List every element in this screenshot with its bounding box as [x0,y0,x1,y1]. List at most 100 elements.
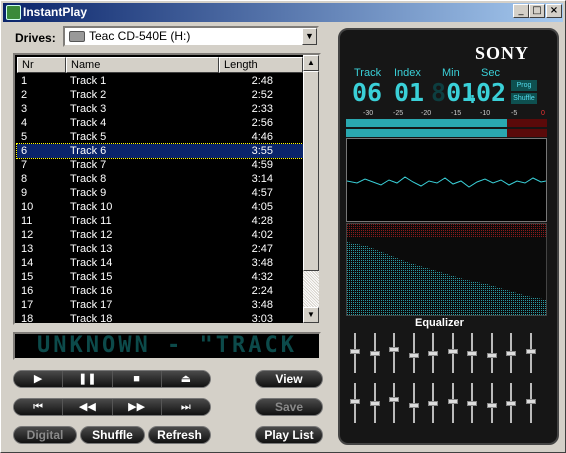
scroll-thumb[interactable] [303,71,319,271]
view-button[interactable]: View [255,370,323,388]
play-button[interactable]: ▶ [14,371,64,387]
track-number-cell: 10 [21,201,34,213]
track-list-scrollbar[interactable]: ▲ ▼ [303,55,319,323]
eq-slider-knob[interactable] [447,349,458,355]
eq-band-slider[interactable] [428,383,438,425]
track-row[interactable]: 13 Track 13 2:47 [17,242,303,256]
track-row[interactable]: 17 Track 17 3:48 [17,298,303,312]
eq-band-slider[interactable] [389,383,399,425]
track-row[interactable]: 5 Track 5 4:46 [17,130,303,144]
eq-band-slider[interactable] [369,333,380,375]
track-row[interactable]: 6 Track 6 3:55 [16,143,304,159]
eq-slider-knob[interactable] [408,352,419,358]
eq-slider-knob[interactable] [389,397,399,403]
track-row[interactable]: 14 Track 14 3:48 [17,256,303,270]
track-number-cell: 11 [21,215,33,227]
eq-slider-knob[interactable] [486,352,497,358]
previous-track-button[interactable]: ⏮ [14,399,64,415]
track-rows: 1 Track 1 2:48 2 Track 2 2:52 3 Track 3 2:33 4 Tra… [16,74,304,323]
column-header-nr[interactable]: Nr [17,57,66,73]
refresh-button[interactable]: Refresh [148,426,211,444]
eq-band-slider[interactable] [467,383,477,425]
track-row[interactable]: 15 Track 15 4:32 [17,270,303,284]
eq-slider-knob[interactable] [467,401,477,406]
track-number-cell: 13 [21,243,34,255]
eq-slider-knob[interactable] [428,401,438,406]
eq-slider-knob[interactable] [408,402,419,408]
eq-slider-knob[interactable] [525,399,536,405]
play-list-button[interactable]: Play List [255,426,323,444]
eq-band-slider[interactable] [506,333,516,375]
track-row[interactable]: 9 Track 9 4:57 [17,186,303,200]
fast-forward-button[interactable]: ▶▶ [112,399,162,415]
track-name-cell: Track 8 [70,173,107,185]
eq-slider-knob[interactable] [506,351,516,356]
drive-select[interactable]: Teac CD-540E (H:) ▼ [63,26,319,47]
eject-button[interactable]: ⏏ [161,371,210,387]
eq-band-slider[interactable] [350,333,360,375]
column-header-name[interactable]: Name [66,57,219,73]
track-name-cell: Track 16 [70,285,113,297]
eq-band-slider[interactable] [408,383,419,425]
eq-band-slider[interactable] [350,383,360,425]
eq-slider-knob[interactable] [369,401,380,406]
eq-band-slider[interactable] [506,383,516,425]
chevron-down-icon[interactable]: ▼ [302,28,317,45]
scroll-track[interactable] [303,71,319,307]
pause-button[interactable]: ❚❚ [63,371,113,387]
vu-scale-label: -10 [480,110,491,117]
minimize-button[interactable]: _ [513,4,529,18]
eq-slider-knob[interactable] [506,401,516,406]
eq-band-slider[interactable] [525,333,536,375]
vu-scale-label: -5 [511,110,518,117]
eq-band-slider[interactable] [447,383,458,425]
track-row[interactable]: 1 Track 1 2:48 [17,74,303,88]
shuffle-button[interactable]: Shuffle [80,426,145,444]
track-row[interactable]: 16 Track 16 2:24 [17,284,303,298]
stop-button[interactable]: ■ [112,371,162,387]
track-row[interactable]: 7 Track 7 4:59 [17,158,303,172]
scroll-down-icon[interactable]: ▼ [303,307,319,323]
eq-slider-knob[interactable] [467,351,477,356]
track-row[interactable]: 12 Track 12 4:02 [17,228,303,242]
eq-slider-knob[interactable] [350,349,360,355]
save-button[interactable]: Save [255,398,323,416]
eq-band-slider[interactable] [428,333,438,375]
eq-slider-knob[interactable] [369,351,380,356]
next-track-button[interactable]: ⏭ [161,399,210,415]
digital-button[interactable]: Digital [13,426,77,444]
eq-slider-knob[interactable] [350,399,360,405]
maximize-button[interactable]: □ [529,4,545,18]
eq-slider-knob[interactable] [486,402,497,408]
track-list[interactable]: Nr Name Length 1 Track 1 2:48 2 Track 2 2:52 3… [13,53,321,325]
eq-band-slider[interactable] [467,333,477,375]
eq-band-slider[interactable] [447,333,458,375]
eq-band-slider[interactable] [389,333,399,375]
track-row[interactable]: 11 Track 11 4:28 [17,214,303,228]
eq-slider-knob[interactable] [428,351,438,356]
eq-slider-knob[interactable] [525,349,536,355]
track-row[interactable]: 2 Track 2 2:52 [17,88,303,102]
track-number-cell: 12 [21,229,34,241]
eq-band-slider[interactable] [408,333,419,375]
scroll-up-icon[interactable]: ▲ [303,55,319,71]
eq-band-slider[interactable] [486,383,497,425]
track-row[interactable]: 18 Track 18 3:03 [17,312,303,323]
track-name-cell: Track 15 [70,271,113,283]
eq-slider-knob[interactable] [447,399,458,405]
eq-slider-knob[interactable] [389,347,399,353]
track-length-cell: 2:24 [251,285,273,297]
track-row[interactable]: 8 Track 8 3:14 [17,172,303,186]
close-button[interactable]: × [546,4,562,18]
vu-scale-label: -15 [451,110,462,117]
column-header-length[interactable]: Length [219,57,303,73]
eq-band-slider[interactable] [486,333,497,375]
track-row[interactable]: 3 Track 3 2:33 [17,102,303,116]
eq-band-slider[interactable] [369,383,380,425]
rewind-button[interactable]: ◀◀ [63,399,113,415]
spectrum-graphic [347,224,546,315]
window-title: InstantPlay [23,5,88,19]
track-row[interactable]: 4 Track 4 2:56 [17,116,303,130]
eq-band-slider[interactable] [525,383,536,425]
track-row[interactable]: 10 Track 10 4:05 [17,200,303,214]
